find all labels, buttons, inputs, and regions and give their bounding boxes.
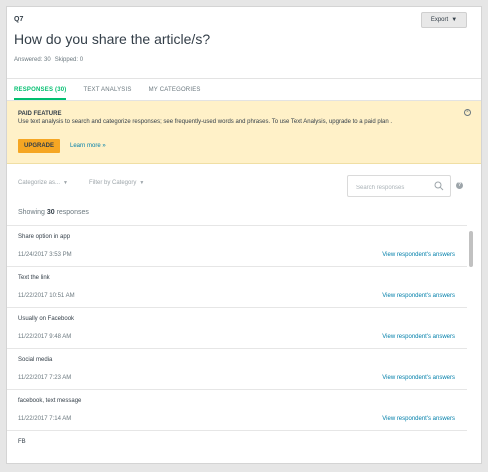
- list-item: Usually on Facebook 11/22/2017 9:48 AM V…: [7, 307, 467, 348]
- skipped-count: Skipped: 0: [54, 57, 84, 63]
- view-respondent-link[interactable]: View respondent's answers: [382, 334, 455, 340]
- response-text: Social media: [18, 357, 53, 363]
- upgrade-button[interactable]: UPGRADE: [18, 139, 60, 153]
- search-input[interactable]: [348, 178, 428, 198]
- view-respondent-link[interactable]: View respondent's answers: [382, 252, 455, 258]
- learn-more-link[interactable]: Learn more »: [70, 143, 106, 149]
- response-text: Share option in app: [18, 234, 71, 240]
- tab-responses[interactable]: RESPONSES (30): [14, 79, 67, 100]
- response-date: 11/22/2017 7:14 AM: [18, 416, 72, 422]
- search-icon[interactable]: [434, 181, 444, 191]
- tab-my-categories[interactable]: MY CATEGORIES: [149, 79, 201, 100]
- question-number: Q7: [14, 16, 24, 23]
- list-item: facebook, text message 11/22/2017 7:14 A…: [7, 389, 467, 430]
- filter-row: Categorize as... ▼ Filter by Category ▼ …: [7, 167, 481, 203]
- showing-prefix: Showing: [18, 209, 45, 216]
- help-icon[interactable]: ?: [456, 182, 463, 189]
- response-text: Text the link: [18, 275, 50, 281]
- categorize-label: Categorize as...: [18, 180, 61, 186]
- response-text: Usually on Facebook: [18, 316, 75, 322]
- caret-down-icon: ▼: [139, 180, 145, 186]
- paid-feature-banner: PAID FEATURE Use text analysis to search…: [7, 101, 481, 164]
- search-box: [347, 175, 451, 198]
- response-text: facebook, text message: [18, 398, 82, 404]
- paid-feature-title: PAID FEATURE: [18, 111, 62, 117]
- response-date: 11/22/2017 10:51 AM: [18, 293, 75, 299]
- response-date: 11/24/2017 3:53 PM: [18, 252, 72, 258]
- response-list: Share option in app 11/24/2017 3:53 PM V…: [7, 225, 467, 463]
- list-item: FB: [7, 430, 467, 463]
- view-respondent-link[interactable]: View respondent's answers: [382, 416, 455, 422]
- caret-down-icon: ▼: [451, 17, 458, 23]
- response-date: 11/22/2017 9:48 AM: [18, 334, 72, 340]
- response-count-text: Showing 30 responses: [18, 209, 89, 216]
- list-item: Social media 11/22/2017 7:23 AM View res…: [7, 348, 467, 389]
- showing-count: 30: [46, 209, 55, 216]
- showing-suffix: responses: [56, 209, 89, 216]
- categorize-dropdown[interactable]: Categorize as... ▼: [18, 180, 68, 186]
- scrollbar[interactable]: [468, 225, 475, 463]
- view-respondent-link[interactable]: View respondent's answers: [382, 375, 455, 381]
- caret-down-icon: ▼: [63, 180, 68, 186]
- list-item: Share option in app 11/24/2017 3:53 PM V…: [7, 225, 467, 266]
- view-respondent-link[interactable]: View respondent's answers: [382, 293, 455, 299]
- question-title: How do you share the article/s?: [14, 31, 211, 47]
- close-icon[interactable]: ×: [464, 109, 471, 116]
- list-item: Text the link 11/22/2017 10:51 AM View r…: [7, 266, 467, 307]
- scroll-thumb[interactable]: [469, 231, 473, 267]
- question-stats: Answered: 30 Skipped: 0: [14, 57, 83, 63]
- export-label: Export: [430, 17, 449, 23]
- filter-by-category-dropdown[interactable]: Filter by Category ▼: [89, 180, 144, 186]
- export-button[interactable]: Export ▼: [421, 12, 467, 28]
- tab-bar: RESPONSES (30) TEXT ANALYSIS MY CATEGORI…: [7, 78, 481, 101]
- paid-feature-text: Use text analysis to search and categori…: [18, 119, 392, 125]
- response-text: FB: [18, 439, 26, 445]
- response-date: 11/22/2017 7:23 AM: [18, 375, 72, 381]
- tab-text-analysis[interactable]: TEXT ANALYSIS: [83, 79, 131, 100]
- answered-count: Answered: 30: [14, 57, 51, 63]
- question-summary-card: Q7 Export ▼ How do you share the article…: [6, 6, 482, 464]
- filter-by-label: Filter by Category: [89, 180, 137, 186]
